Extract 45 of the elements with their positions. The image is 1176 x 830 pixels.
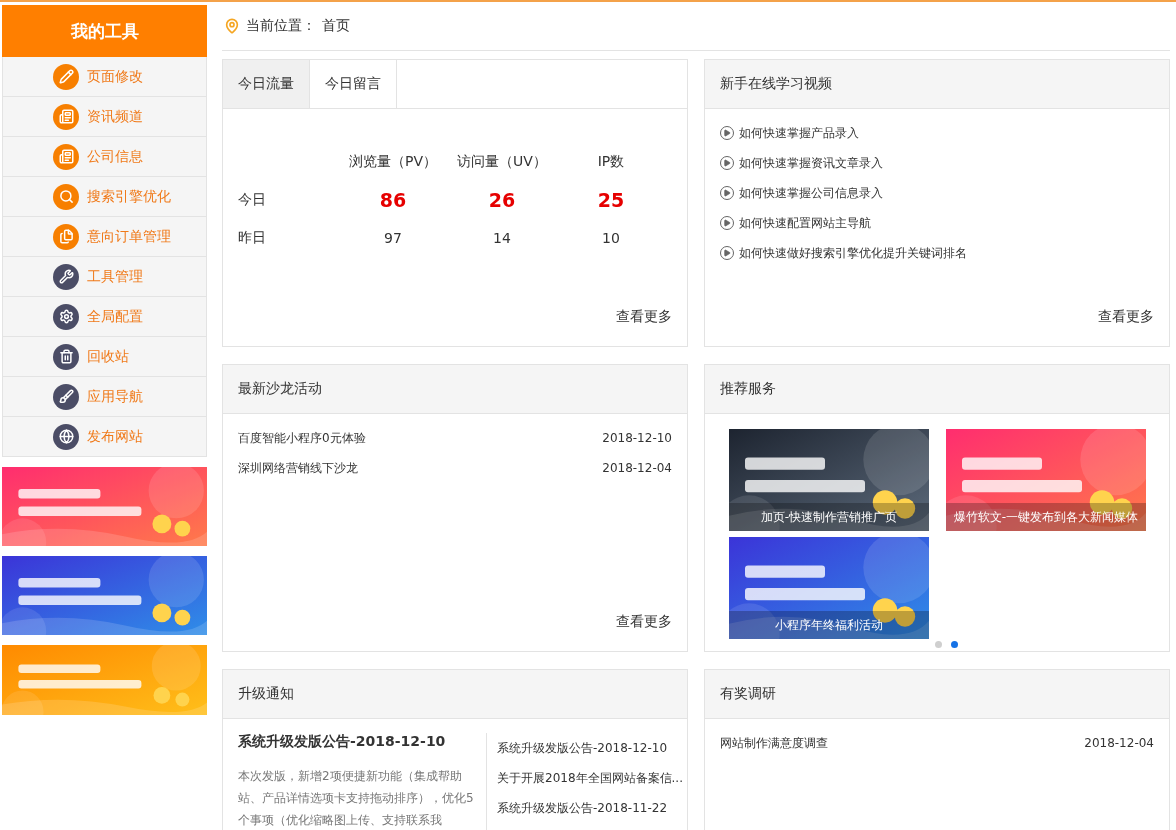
- stat-value: 26: [487, 188, 517, 213]
- event-link[interactable]: 百度智能小程序0元体验: [238, 429, 366, 447]
- column-header: 访问量（UV）: [456, 152, 548, 171]
- survey-link[interactable]: 网站制作满意度调查: [720, 734, 828, 752]
- video-link[interactable]: 如何快速掌握资讯文章录入: [720, 148, 1154, 178]
- notice-link[interactable]: 关于开展2018年全国网站备案信...: [497, 763, 683, 793]
- panel-title: 推荐服务: [705, 365, 1169, 414]
- breadcrumb-label: 当前位置：: [246, 17, 316, 35]
- survey-date: 2018-12-04: [1084, 736, 1154, 750]
- notice-summary: 本次发版，新增2项便捷新功能（集成帮助站、产品详情选项卡支持拖动排序），优化5个事项（优化缩略图上传、支持联系我: [238, 768, 475, 829]
- notice-link[interactable]: 系统升级发版公告-2018-11-22: [497, 793, 683, 823]
- video-link[interactable]: 如何快速掌握公司信息录入: [720, 178, 1154, 208]
- stat-value: 86: [378, 188, 408, 213]
- service-card[interactable]: 小程序年终福利活动: [729, 537, 929, 639]
- carousel-dot[interactable]: [950, 641, 958, 648]
- notice-headline[interactable]: 系统升级发版公告-2018-12-10: [238, 733, 476, 751]
- tab[interactable]: 今日流量: [223, 60, 310, 108]
- row-label: 今日: [238, 190, 267, 209]
- stat-value: 25: [596, 188, 626, 213]
- video-link[interactable]: 如何快速配置网站主导航: [720, 208, 1154, 238]
- more-link[interactable]: 查看更多: [616, 308, 672, 326]
- panel-title: 最新沙龙活动: [223, 365, 687, 414]
- panel-title: 有奖调研: [705, 670, 1169, 719]
- row-label: 昨日: [238, 228, 267, 247]
- service-card[interactable]: 加页-快速制作营销推广页: [729, 429, 929, 531]
- column-header: 浏览量（PV）: [348, 152, 438, 171]
- carousel-dot[interactable]: [934, 641, 942, 648]
- stat-value: 97: [383, 229, 403, 248]
- video-link[interactable]: 如何快速掌握产品录入: [720, 118, 1154, 148]
- panel-title: 新手在线学习视频: [705, 60, 1169, 109]
- notice-link[interactable]: 系统升级发版公告-2018-12-10: [497, 733, 683, 763]
- event-date: 2018-12-04: [602, 461, 672, 475]
- service-card[interactable]: 爆竹软文-一键发布到各大新闻媒体: [946, 429, 1146, 531]
- event-link[interactable]: 深圳网络营销线下沙龙: [238, 459, 358, 477]
- column-header: IP数: [596, 152, 626, 171]
- stat-value: 10: [601, 229, 621, 248]
- more-link[interactable]: 查看更多: [616, 613, 672, 631]
- stat-value: 14: [492, 229, 512, 248]
- more-link[interactable]: 查看更多: [1098, 308, 1154, 326]
- event-date: 2018-12-10: [602, 431, 672, 445]
- panel-title: 升级通知: [223, 670, 687, 719]
- video-link[interactable]: 如何快速做好搜索引擎优化提升关键词排名: [720, 238, 1154, 268]
- location-icon: [224, 18, 240, 34]
- breadcrumb-current[interactable]: 首页: [322, 17, 350, 35]
- sidebar-title: 我的工具: [2, 5, 207, 57]
